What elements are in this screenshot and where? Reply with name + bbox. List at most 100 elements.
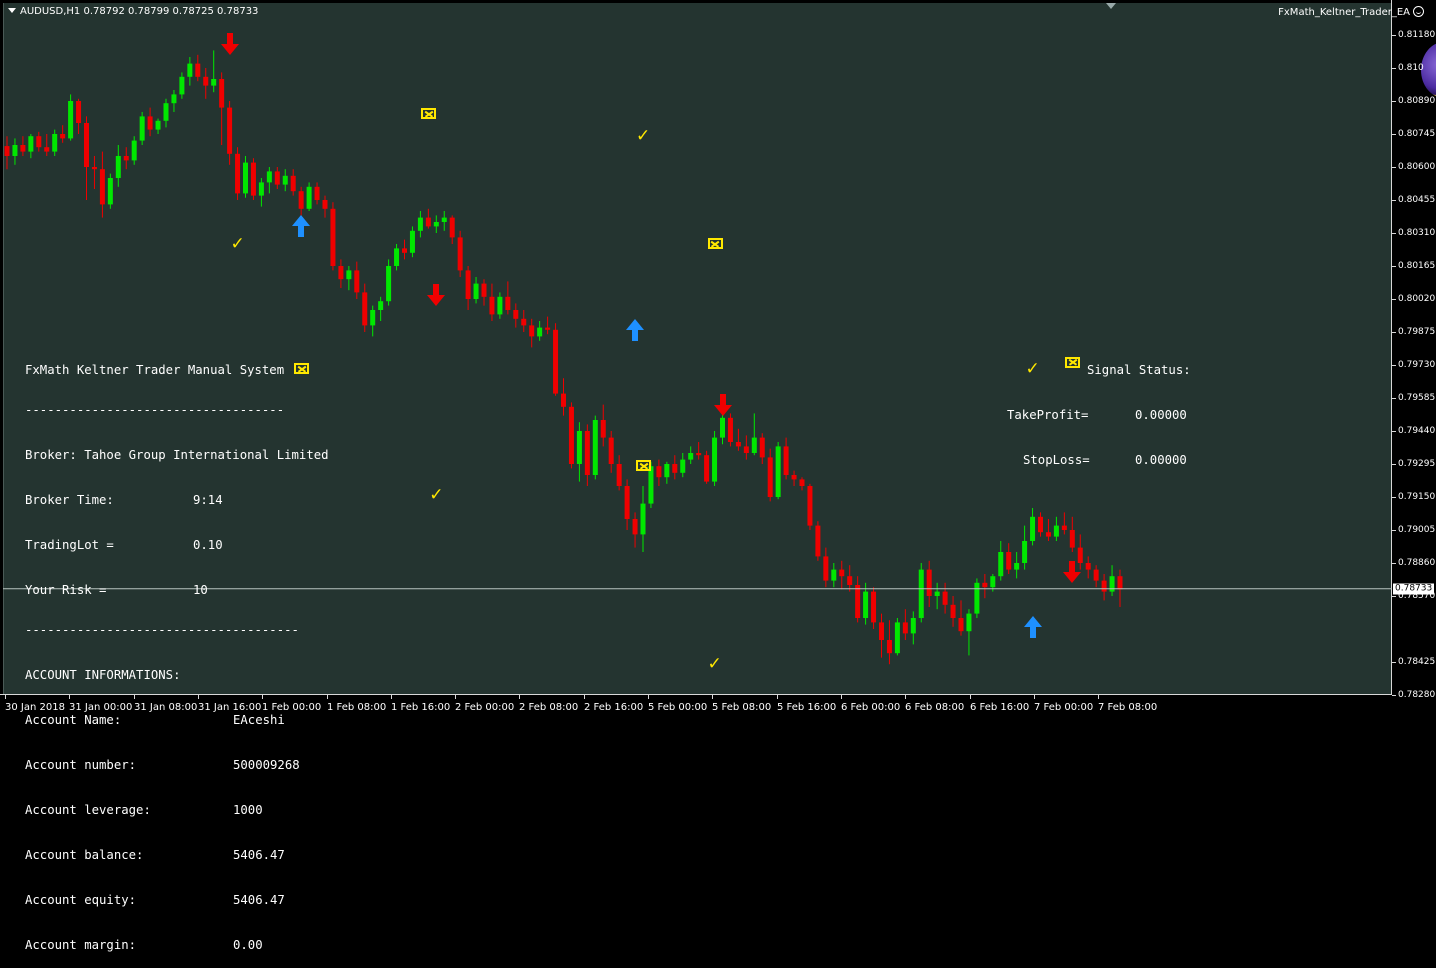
candle-body bbox=[346, 270, 352, 280]
candle-body bbox=[751, 437, 757, 453]
candle bbox=[370, 305, 376, 337]
time-tick bbox=[1098, 695, 1099, 699]
candle bbox=[1101, 574, 1107, 601]
candle bbox=[322, 195, 328, 218]
candle bbox=[290, 169, 296, 196]
candle bbox=[505, 281, 511, 315]
price-axis[interactable]: 0.81180 0.810 0.80890 0.80745 0.80600 0.80455… bbox=[1392, 0, 1436, 721]
take-profit-value: 0.00000 bbox=[1135, 408, 1187, 422]
candle bbox=[473, 277, 479, 304]
candle-body bbox=[314, 186, 320, 200]
candle-body bbox=[688, 453, 694, 460]
candle bbox=[68, 94, 74, 141]
time-label: 6 Feb 16:00 bbox=[970, 702, 1030, 713]
candle-body bbox=[322, 200, 328, 209]
candle-body bbox=[942, 591, 948, 605]
candle-body bbox=[131, 140, 137, 161]
candle-body bbox=[227, 107, 233, 154]
candle-body bbox=[330, 208, 336, 266]
candle-body bbox=[115, 156, 121, 178]
candle bbox=[274, 167, 280, 189]
time-label: 5 Feb 16:00 bbox=[777, 702, 837, 713]
candle-body bbox=[672, 464, 678, 473]
candle bbox=[123, 147, 129, 170]
candle bbox=[918, 563, 924, 623]
candle-body bbox=[1101, 580, 1107, 592]
candle-body bbox=[1038, 516, 1043, 533]
candle bbox=[203, 68, 209, 99]
candle bbox=[115, 145, 121, 187]
time-label: 31 Jan 00:00 bbox=[69, 702, 133, 713]
candle-body bbox=[966, 613, 972, 632]
account-margin-label: Account margin: bbox=[25, 938, 137, 952]
candle bbox=[775, 442, 781, 500]
candle-body bbox=[36, 136, 42, 148]
candle bbox=[704, 450, 710, 484]
time-tick bbox=[648, 695, 649, 699]
candle bbox=[926, 560, 932, 607]
candle bbox=[576, 422, 582, 482]
red-down-arrow-icon bbox=[713, 393, 732, 416]
candle bbox=[568, 402, 574, 469]
candle-body bbox=[179, 76, 185, 95]
triangle-down-icon[interactable] bbox=[8, 8, 16, 13]
candle bbox=[163, 98, 169, 128]
candle bbox=[934, 582, 940, 610]
red-down-arrow-icon bbox=[427, 283, 446, 306]
candle bbox=[497, 292, 503, 319]
candle-body bbox=[545, 327, 551, 330]
candle-body bbox=[195, 63, 201, 77]
candle-body bbox=[958, 618, 964, 632]
candle bbox=[664, 461, 670, 484]
candle bbox=[243, 156, 248, 198]
candle-body bbox=[76, 101, 82, 123]
candle bbox=[608, 431, 614, 473]
candle bbox=[44, 134, 50, 156]
candle-body bbox=[990, 576, 996, 588]
candle bbox=[12, 138, 18, 165]
price-label: 0.79585 bbox=[1398, 393, 1436, 403]
candle bbox=[346, 266, 352, 291]
chart-symbol-header[interactable]: AUDUSD,H1 0.78792 0.78799 0.78725 0.7873… bbox=[8, 6, 258, 17]
candle bbox=[696, 442, 702, 460]
risk-value: 10 bbox=[193, 583, 208, 597]
price-label: 0.81180 bbox=[1398, 30, 1436, 40]
candle-body bbox=[28, 136, 34, 152]
candle-body bbox=[60, 134, 66, 139]
time-tick bbox=[519, 695, 520, 699]
time-tick bbox=[712, 695, 713, 699]
candle-body bbox=[306, 186, 312, 209]
time-tick bbox=[905, 695, 906, 699]
red-down-arrow-icon bbox=[1063, 560, 1082, 583]
price-label: 0.80310 bbox=[1398, 228, 1436, 238]
candle bbox=[1038, 512, 1043, 537]
candle bbox=[751, 413, 757, 456]
candle-body bbox=[926, 569, 932, 596]
candle-body bbox=[250, 162, 256, 196]
candle-body bbox=[934, 591, 940, 596]
candle-body bbox=[433, 222, 439, 227]
candle bbox=[417, 211, 423, 238]
chart-shift-marker-icon[interactable] bbox=[1106, 3, 1116, 9]
candle bbox=[187, 57, 193, 86]
price-tick bbox=[1392, 167, 1396, 168]
candle-body bbox=[12, 145, 18, 156]
candle-body bbox=[139, 116, 145, 141]
candle-body bbox=[290, 175, 296, 192]
take-profit-row: TakeProfit= 0.00000 bbox=[1007, 408, 1191, 423]
candle bbox=[52, 129, 58, 156]
candle bbox=[839, 560, 845, 590]
candle bbox=[28, 134, 34, 159]
candle bbox=[195, 54, 201, 82]
candle-body bbox=[123, 156, 129, 161]
candle-body bbox=[370, 310, 376, 326]
account-leverage-label: Account leverage: bbox=[25, 803, 151, 817]
candle bbox=[966, 609, 972, 656]
price-tick bbox=[1392, 497, 1396, 498]
candle-body bbox=[902, 622, 908, 634]
candle-body bbox=[871, 591, 877, 623]
candle bbox=[489, 283, 495, 321]
candle-body bbox=[823, 556, 829, 581]
price-tick bbox=[1392, 134, 1396, 135]
candle-body bbox=[743, 446, 749, 453]
